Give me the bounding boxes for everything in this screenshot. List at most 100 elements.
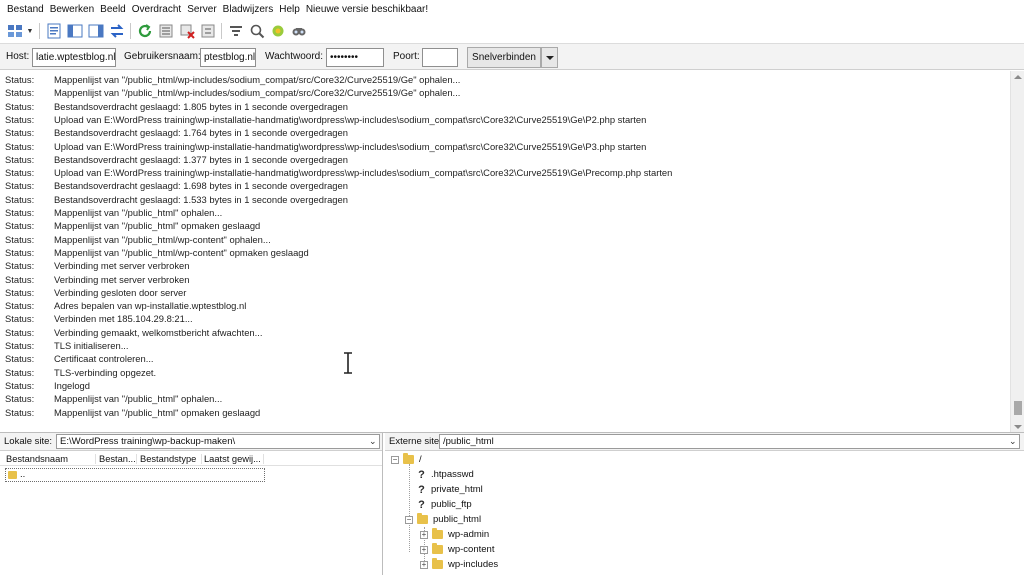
menu-beeld[interactable]: Beeld	[97, 0, 129, 20]
log-line-type: Status:	[5, 366, 35, 378]
folder-icon	[432, 543, 443, 554]
log-line-type: Status:	[5, 326, 35, 338]
username-field[interactable]: ptestblog.nl	[200, 48, 256, 67]
local-file-list-header: Bestandsnaam Bestan... Bestandstype Laat…	[0, 452, 382, 466]
refresh-icon[interactable]	[135, 22, 154, 40]
toggle-queue-icon[interactable]	[107, 22, 126, 40]
log-scrollbar[interactable]	[1010, 71, 1024, 432]
tree-node-root[interactable]: − /	[391, 452, 422, 467]
list-item-label: ..	[20, 469, 26, 480]
local-site-panel: Lokale site: E:\WordPress training\wp-ba…	[0, 433, 383, 575]
log-line-message: Bestandsoverdracht geslaagd: 1.377 bytes…	[54, 153, 348, 165]
sync-browse-icon[interactable]	[268, 22, 287, 40]
menu-bewerken[interactable]: Bewerken	[47, 0, 97, 20]
log-line-type: Status:	[5, 127, 35, 139]
log-line-message: Verbinden met 185.104.29.8:21...	[54, 313, 193, 325]
tree-node-wp-admin[interactable]: + wp-admin	[420, 527, 489, 542]
tree-node-label: wp-content	[448, 544, 495, 555]
folder-icon	[8, 471, 17, 479]
site-manager-icon[interactable]	[5, 22, 24, 40]
log-line-type: Status:	[5, 340, 35, 351]
search-remote-icon[interactable]	[289, 22, 308, 40]
log-line-message: TLS initialiseren...	[54, 340, 129, 351]
site-manager-dropdown-icon[interactable]: ▼	[26, 22, 34, 40]
toggle-remote-tree-icon[interactable]	[86, 22, 105, 40]
menu-help[interactable]: Help	[276, 0, 303, 20]
log-line-message: Mappenlijst van "/public_html/wp-include…	[54, 87, 461, 99]
menu-server[interactable]: Server	[184, 0, 219, 20]
port-field[interactable]	[422, 48, 458, 67]
quickconnect-button[interactable]: Snelverbinden	[467, 47, 541, 68]
list-item[interactable]: ..	[5, 468, 265, 482]
expand-icon[interactable]: +	[420, 545, 428, 554]
text-cursor-icon	[344, 352, 352, 374]
column-filesize[interactable]: Bestan...	[99, 454, 137, 464]
toolbar: ▼	[0, 20, 1024, 42]
host-field[interactable]: latie.wptestblog.nl	[32, 48, 116, 67]
column-filetype[interactable]: Bestandstype	[140, 454, 202, 464]
tree-node-public-ftp[interactable]: ? public_ftp	[416, 497, 472, 512]
collapse-icon[interactable]: −	[391, 455, 399, 464]
menu-update-available[interactable]: Nieuwe versie beschikbaar!	[303, 0, 431, 20]
log-line-type: Status:	[5, 140, 35, 152]
log-line-type: Status:	[5, 260, 35, 272]
log-line-type: Status:	[5, 207, 35, 218]
tree-node-wp-includes[interactable]: + wp-includes	[420, 557, 498, 572]
log-line-message: Verbinding gemaakt, welkomstbericht afwa…	[54, 326, 263, 338]
tree-node-label: wp-includes	[448, 559, 499, 570]
column-modified[interactable]: Laatst gewij...	[204, 454, 264, 464]
log-line-type: Status:	[5, 153, 35, 165]
tree-node-private-html[interactable]: ? private_html	[416, 482, 483, 497]
menu-bestand[interactable]: Bestand	[4, 0, 47, 20]
filter-icon[interactable]	[226, 22, 245, 40]
remote-path-dropdown-icon[interactable]: ⌄	[1009, 437, 1019, 446]
password-field[interactable]: ••••••••	[326, 48, 384, 67]
folder-icon	[403, 453, 414, 464]
tree-node-label: private_html	[431, 484, 483, 495]
compare-icon[interactable]	[247, 22, 266, 40]
remote-site-panel: Externe site: /public_html ⌄ − / ? .htpa…	[385, 433, 1024, 575]
tree-node-label: .htpasswd	[431, 469, 474, 480]
tree-node-wp-content[interactable]: + wp-content	[420, 542, 494, 557]
log-line-type: Status:	[5, 180, 35, 192]
toggle-log-icon[interactable]	[44, 22, 63, 40]
tree-guide	[409, 464, 410, 552]
scroll-down-icon[interactable]	[1014, 425, 1022, 429]
collapse-icon[interactable]: −	[405, 515, 413, 524]
column-filename[interactable]: Bestandsnaam	[6, 454, 96, 464]
log-line-type: Status:	[5, 233, 35, 245]
log-line-message: Mappenlijst van "/public_html" opmaken g…	[54, 220, 261, 232]
log-line-message: TLS-verbinding opgezet.	[54, 366, 157, 378]
process-queue-icon[interactable]	[156, 22, 175, 40]
log-line-message: Verbinding met server verbroken	[54, 273, 190, 285]
quickconnect-bar: Host: latie.wptestblog.nl Gebruikersnaam…	[0, 43, 1024, 70]
log-line-message: Bestandsoverdracht geslaagd: 1.533 bytes…	[54, 193, 348, 205]
local-site-label: Lokale site:	[4, 436, 53, 447]
folder-icon	[417, 513, 428, 524]
log-line-type: Status:	[5, 393, 35, 405]
scroll-up-icon[interactable]	[1014, 75, 1022, 79]
quickconnect-dropdown-button[interactable]	[541, 47, 558, 68]
log-line-type: Status:	[5, 100, 35, 112]
tree-node-public-html[interactable]: − public_html	[405, 512, 481, 527]
expand-icon[interactable]: +	[420, 560, 428, 569]
disconnect-icon[interactable]	[198, 22, 217, 40]
expand-icon[interactable]: +	[420, 530, 428, 539]
local-site-path[interactable]: E:\WordPress training\wp-backup-maken\	[56, 434, 380, 449]
log-line-message: Verbinding met server verbroken	[54, 260, 190, 272]
scrollbar-thumb[interactable]	[1014, 401, 1022, 415]
log-line-message: Mappenlijst van "/public_html/wp-content…	[54, 246, 309, 258]
local-path-dropdown-icon[interactable]: ⌄	[369, 437, 379, 446]
menu-overdracht[interactable]: Overdracht	[129, 0, 184, 20]
remote-site-path[interactable]: /public_html	[439, 434, 1020, 449]
tree-node-htpasswd[interactable]: ? .htpasswd	[416, 467, 474, 482]
cancel-operation-icon[interactable]	[177, 22, 196, 40]
log-line-message: Mappenlijst van "/public_html/wp-include…	[54, 74, 461, 85]
log-line-type: Status:	[5, 313, 35, 325]
message-log[interactable]: Status: Mappenlijst van "/public_html/wp-…	[0, 71, 1024, 433]
menu-bladwijzers[interactable]: Bladwijzers	[220, 0, 277, 20]
log-line-message: Upload van E:\WordPress training\wp-inst…	[54, 140, 647, 152]
toggle-local-tree-icon[interactable]	[65, 22, 84, 40]
tree-node-label: /	[419, 454, 422, 465]
toolbar-separator	[39, 23, 40, 39]
